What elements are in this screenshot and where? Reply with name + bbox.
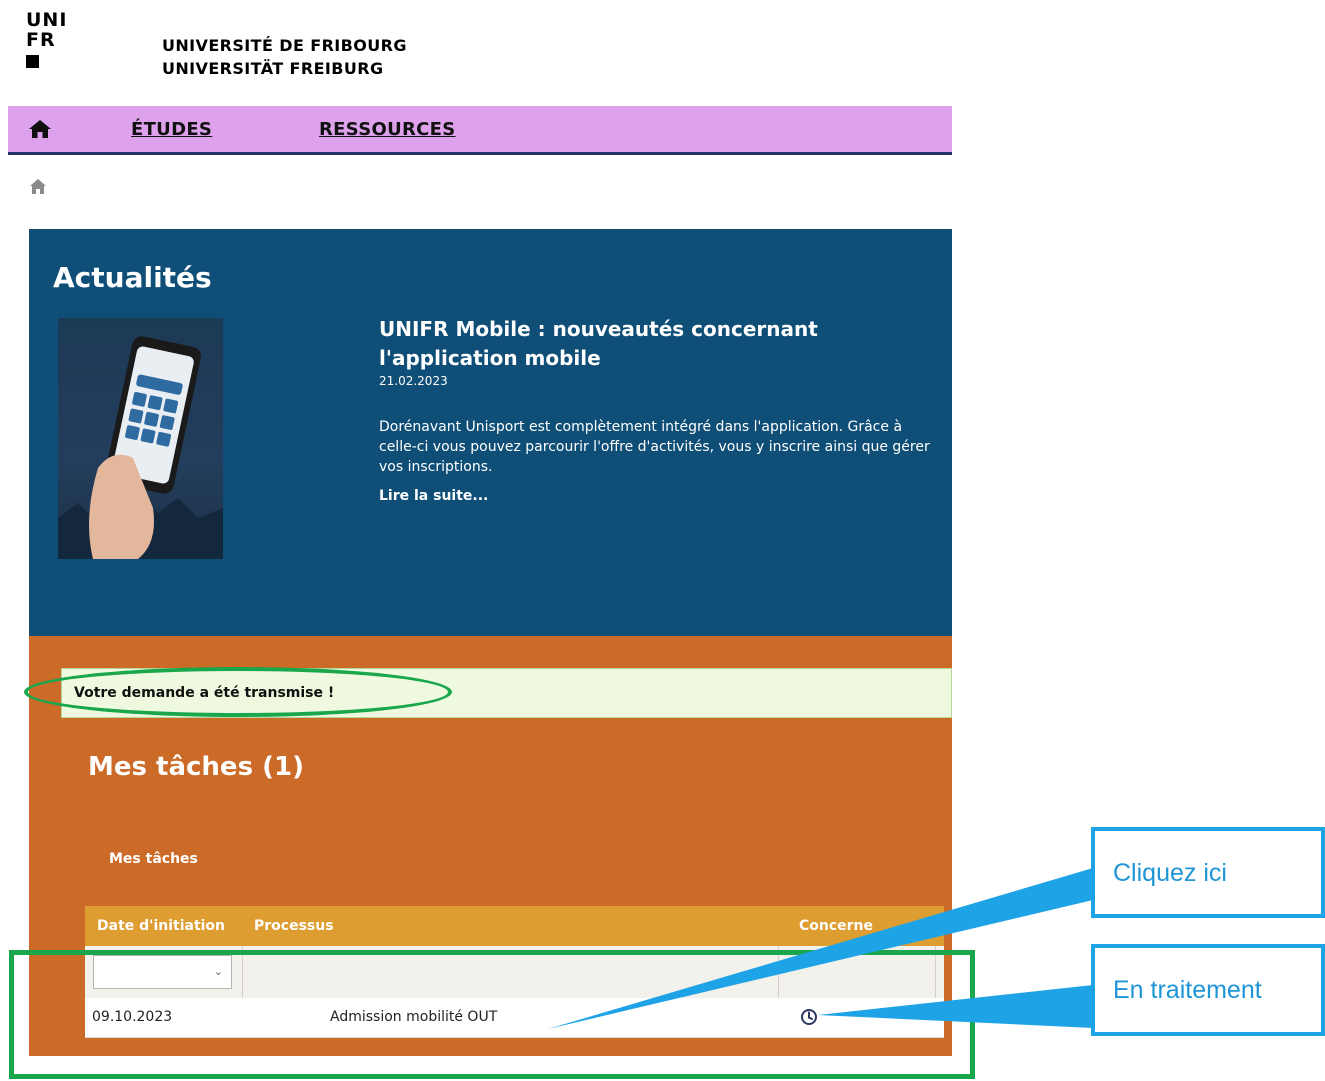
logo-line-fr: FR bbox=[26, 29, 56, 51]
table-header: Date d'initiation Processus Concerne bbox=[85, 906, 944, 946]
callout-cliquez-ici-text: Cliquez ici bbox=[1113, 859, 1227, 887]
news-image bbox=[58, 318, 223, 559]
callout-en-traitement-text: En traitement bbox=[1113, 976, 1262, 1004]
task-row-highlight-box bbox=[9, 950, 975, 1079]
home-icon[interactable] bbox=[28, 119, 52, 139]
main-nav: ÉTUDES RESSOURCES bbox=[8, 106, 952, 155]
callout-cliquez-ici: Cliquez ici bbox=[1091, 827, 1325, 918]
nav-item-ressources[interactable]: RESSOURCES bbox=[319, 119, 456, 140]
column-header-concerne[interactable]: Concerne bbox=[799, 918, 873, 934]
alert-highlight-ellipse bbox=[24, 667, 452, 717]
news-heading: Actualités bbox=[53, 261, 212, 294]
news-article-title[interactable]: UNIFR Mobile : nouveautés concernant l'a… bbox=[379, 315, 849, 373]
university-name: UNIVERSITÉ DE FRIBOURG UNIVERSITÄT FREIB… bbox=[162, 34, 407, 80]
logo-line-uni: UNI bbox=[26, 9, 68, 31]
breadcrumb-home-icon[interactable] bbox=[29, 178, 47, 195]
university-name-fr: UNIVERSITÉ DE FRIBOURG bbox=[162, 36, 407, 55]
callout-en-traitement: En traitement bbox=[1091, 944, 1325, 1036]
university-name-de: UNIVERSITÄT FREIBURG bbox=[162, 59, 384, 78]
read-more-link[interactable]: Lire la suite... bbox=[379, 488, 488, 504]
column-header-date[interactable]: Date d'initiation bbox=[97, 918, 225, 934]
news-section: Actualités UNIFR Mobile : nouveautés con… bbox=[29, 229, 952, 636]
nav-item-etudes[interactable]: ÉTUDES bbox=[131, 119, 212, 140]
column-header-process[interactable]: Processus bbox=[254, 918, 334, 934]
logo-square bbox=[26, 55, 39, 68]
news-article-date: 21.02.2023 bbox=[379, 374, 448, 388]
news-article-body: Dorénavant Unisport est complètement int… bbox=[379, 419, 930, 475]
tab-mes-taches[interactable]: Mes tâches bbox=[109, 851, 198, 867]
unifr-logo: UNI FR bbox=[26, 10, 67, 68]
tasks-heading: Mes tâches (1) bbox=[88, 752, 304, 782]
